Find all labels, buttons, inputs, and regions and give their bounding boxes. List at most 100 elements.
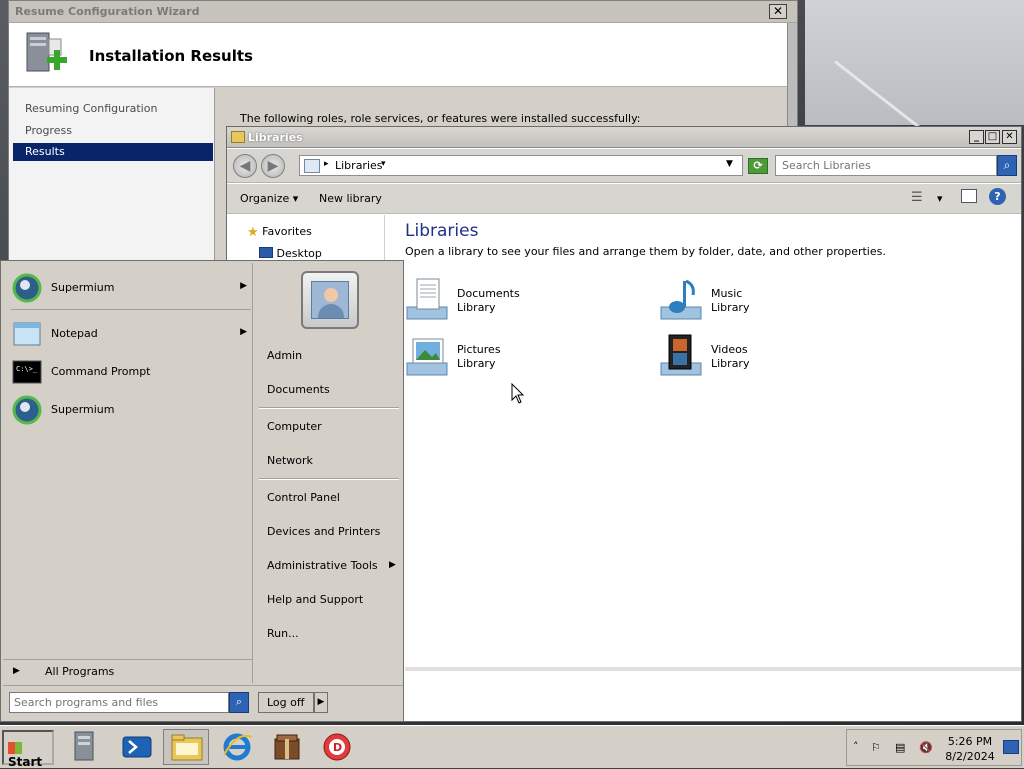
program-notepad[interactable]: Notepad ▶ (11, 317, 249, 351)
library-pictures[interactable]: Pictures Library (405, 333, 645, 383)
taskbar-windows-explorer[interactable] (163, 729, 209, 765)
notification-area: ˄ ⚐ ▤ 🔇 5:26 PM 8/2/2024 (846, 729, 1022, 766)
place-admin[interactable]: Admin (267, 349, 302, 362)
search-icon[interactable]: ⌕ (997, 155, 1017, 176)
program-label: Notepad (51, 327, 98, 340)
all-programs-button[interactable]: ▶ All Programs (3, 659, 253, 683)
maximize-button[interactable]: □ (985, 130, 1000, 144)
submenu-arrow-icon: ▶ (240, 281, 247, 291)
place-network[interactable]: Network (267, 454, 313, 467)
folder-icon (231, 131, 245, 143)
library-name: Videos (711, 343, 748, 356)
view-dropdown-icon[interactable]: ▾ (937, 192, 943, 205)
action-center-flag-icon[interactable]: ⚐ (871, 741, 887, 755)
command-bar: Organize ▾ New library ☰ ▾ ? (227, 184, 1021, 214)
svg-text:C:\>_: C:\>_ (16, 365, 38, 373)
back-button[interactable]: ◀ (233, 154, 257, 178)
breadcrumb-arrow-icon[interactable]: ▸ (324, 159, 329, 169)
clock-date[interactable]: 8/2/2024 (945, 750, 995, 763)
place-computer[interactable]: Computer (267, 420, 322, 433)
wizard-step-results[interactable]: Results (13, 143, 213, 161)
taskbar-internet-explorer[interactable] (214, 729, 260, 765)
library-type: Library (711, 301, 750, 314)
separator (259, 407, 399, 409)
taskbar-server-manager[interactable] (62, 729, 108, 765)
library-name: Documents (457, 287, 520, 300)
breadcrumb-libraries[interactable]: Libraries (335, 159, 383, 172)
nav-favorites[interactable]: ★ Favorites (247, 225, 312, 240)
internet-explorer-icon (223, 733, 253, 761)
submenu-arrow-icon: ▶ (240, 327, 247, 337)
search-input[interactable] (775, 155, 997, 176)
place-devices-printers[interactable]: Devices and Printers (267, 525, 380, 538)
videos-library-icon (660, 334, 702, 376)
show-desktop-icon[interactable] (1003, 740, 1019, 754)
shutdown-options-arrow-icon[interactable]: ▶ (314, 692, 328, 713)
nav-desktop-label: Desktop (276, 247, 322, 260)
forward-button[interactable]: ▶ (261, 154, 285, 178)
library-type: Library (711, 357, 750, 370)
libraries-content: Libraries Open a library to see your fil… (387, 215, 1021, 721)
windows-flag-icon (8, 742, 22, 754)
taskbar-archiver[interactable] (264, 729, 310, 765)
submenu-arrow-icon: ▶ (389, 560, 396, 570)
start-button[interactable]: Start (2, 730, 54, 769)
explorer-titlebar[interactable]: Libraries _ □ ✕ (227, 127, 1021, 148)
show-hidden-icons-icon[interactable]: ˄ (853, 740, 869, 754)
explorer-title: Libraries (248, 131, 303, 144)
address-history-dropdown-icon[interactable]: ▼ (726, 159, 733, 169)
address-bar[interactable]: ▸ Libraries ▾ ▼ (299, 155, 743, 176)
wizard-step-resuming[interactable]: Resuming Configuration (13, 100, 213, 118)
preview-pane-icon[interactable] (961, 189, 977, 203)
place-documents[interactable]: Documents (267, 383, 330, 396)
search-icon[interactable]: ⌕ (229, 692, 249, 713)
wizard-header-title: Installation Results (89, 47, 253, 65)
refresh-button[interactable]: ⟳ (748, 158, 768, 174)
user-picture (311, 281, 349, 319)
program-command-prompt[interactable]: C:\>_ Command Prompt (11, 355, 249, 389)
notepad-icon (13, 322, 41, 346)
minimize-button[interactable]: _ (969, 130, 984, 144)
taskbar: Start D ˄ ⚐ ▤ 🔇 5:26 PM 8/2/2024 (0, 725, 1024, 769)
clock-time[interactable]: 5:26 PM (945, 735, 995, 748)
close-button[interactable]: ✕ (1002, 130, 1017, 144)
user-avatar[interactable] (301, 271, 359, 329)
start-search-input[interactable] (9, 692, 229, 713)
network-icon[interactable]: ▤ (895, 741, 911, 755)
taskbar-powershell[interactable] (114, 729, 160, 765)
library-name: Pictures (457, 343, 501, 356)
wizard-step-progress[interactable]: Progress (13, 122, 213, 140)
place-help-support[interactable]: Help and Support (267, 593, 363, 606)
program-supermium-pinned[interactable]: Supermium ▶ (11, 271, 249, 305)
view-options-icon[interactable]: ☰ (911, 190, 923, 205)
library-type: Library (457, 301, 496, 314)
library-videos[interactable]: Videos Library (659, 333, 899, 383)
nav-desktop[interactable]: Desktop (259, 247, 322, 260)
log-off-button[interactable]: Log off (258, 692, 314, 713)
volume-muted-icon[interactable]: 🔇 (919, 741, 935, 755)
library-documents[interactable]: Documents Library (405, 277, 645, 327)
program-supermium[interactable]: Supermium (11, 393, 249, 427)
place-admin-tools[interactable]: Administrative Tools (267, 559, 378, 572)
wizard-header: Installation Results (9, 23, 797, 87)
taskbar-browser[interactable]: D (314, 729, 360, 765)
place-run[interactable]: Run... (267, 627, 299, 640)
desktop-icon (259, 247, 273, 258)
library-music[interactable]: Music Library (659, 277, 899, 327)
wizard-steps: Resuming Configuration Progress Results (9, 88, 215, 263)
help-icon[interactable]: ? (989, 188, 1006, 205)
new-library-button[interactable]: New library (319, 192, 382, 205)
place-control-panel[interactable]: Control Panel (267, 491, 340, 504)
wizard-titlebar[interactable]: Resume Configuration Wizard ✕ (9, 1, 797, 23)
organize-button[interactable]: Organize ▾ (240, 192, 298, 205)
command-prompt-icon: C:\>_ (12, 360, 42, 384)
server-install-icon (26, 32, 67, 72)
wizard-title: Resume Configuration Wizard (15, 5, 200, 18)
wizard-close-button[interactable]: ✕ (769, 4, 787, 19)
separator (259, 478, 399, 480)
program-label: Supermium (51, 403, 115, 416)
documents-library-icon (406, 278, 448, 320)
libraries-icon (304, 159, 320, 173)
breadcrumb-dropdown-icon[interactable]: ▾ (381, 159, 386, 169)
address-bar-row: ◀ ▶ ▸ Libraries ▾ ▼ ⟳ ⌕ (227, 149, 1021, 183)
